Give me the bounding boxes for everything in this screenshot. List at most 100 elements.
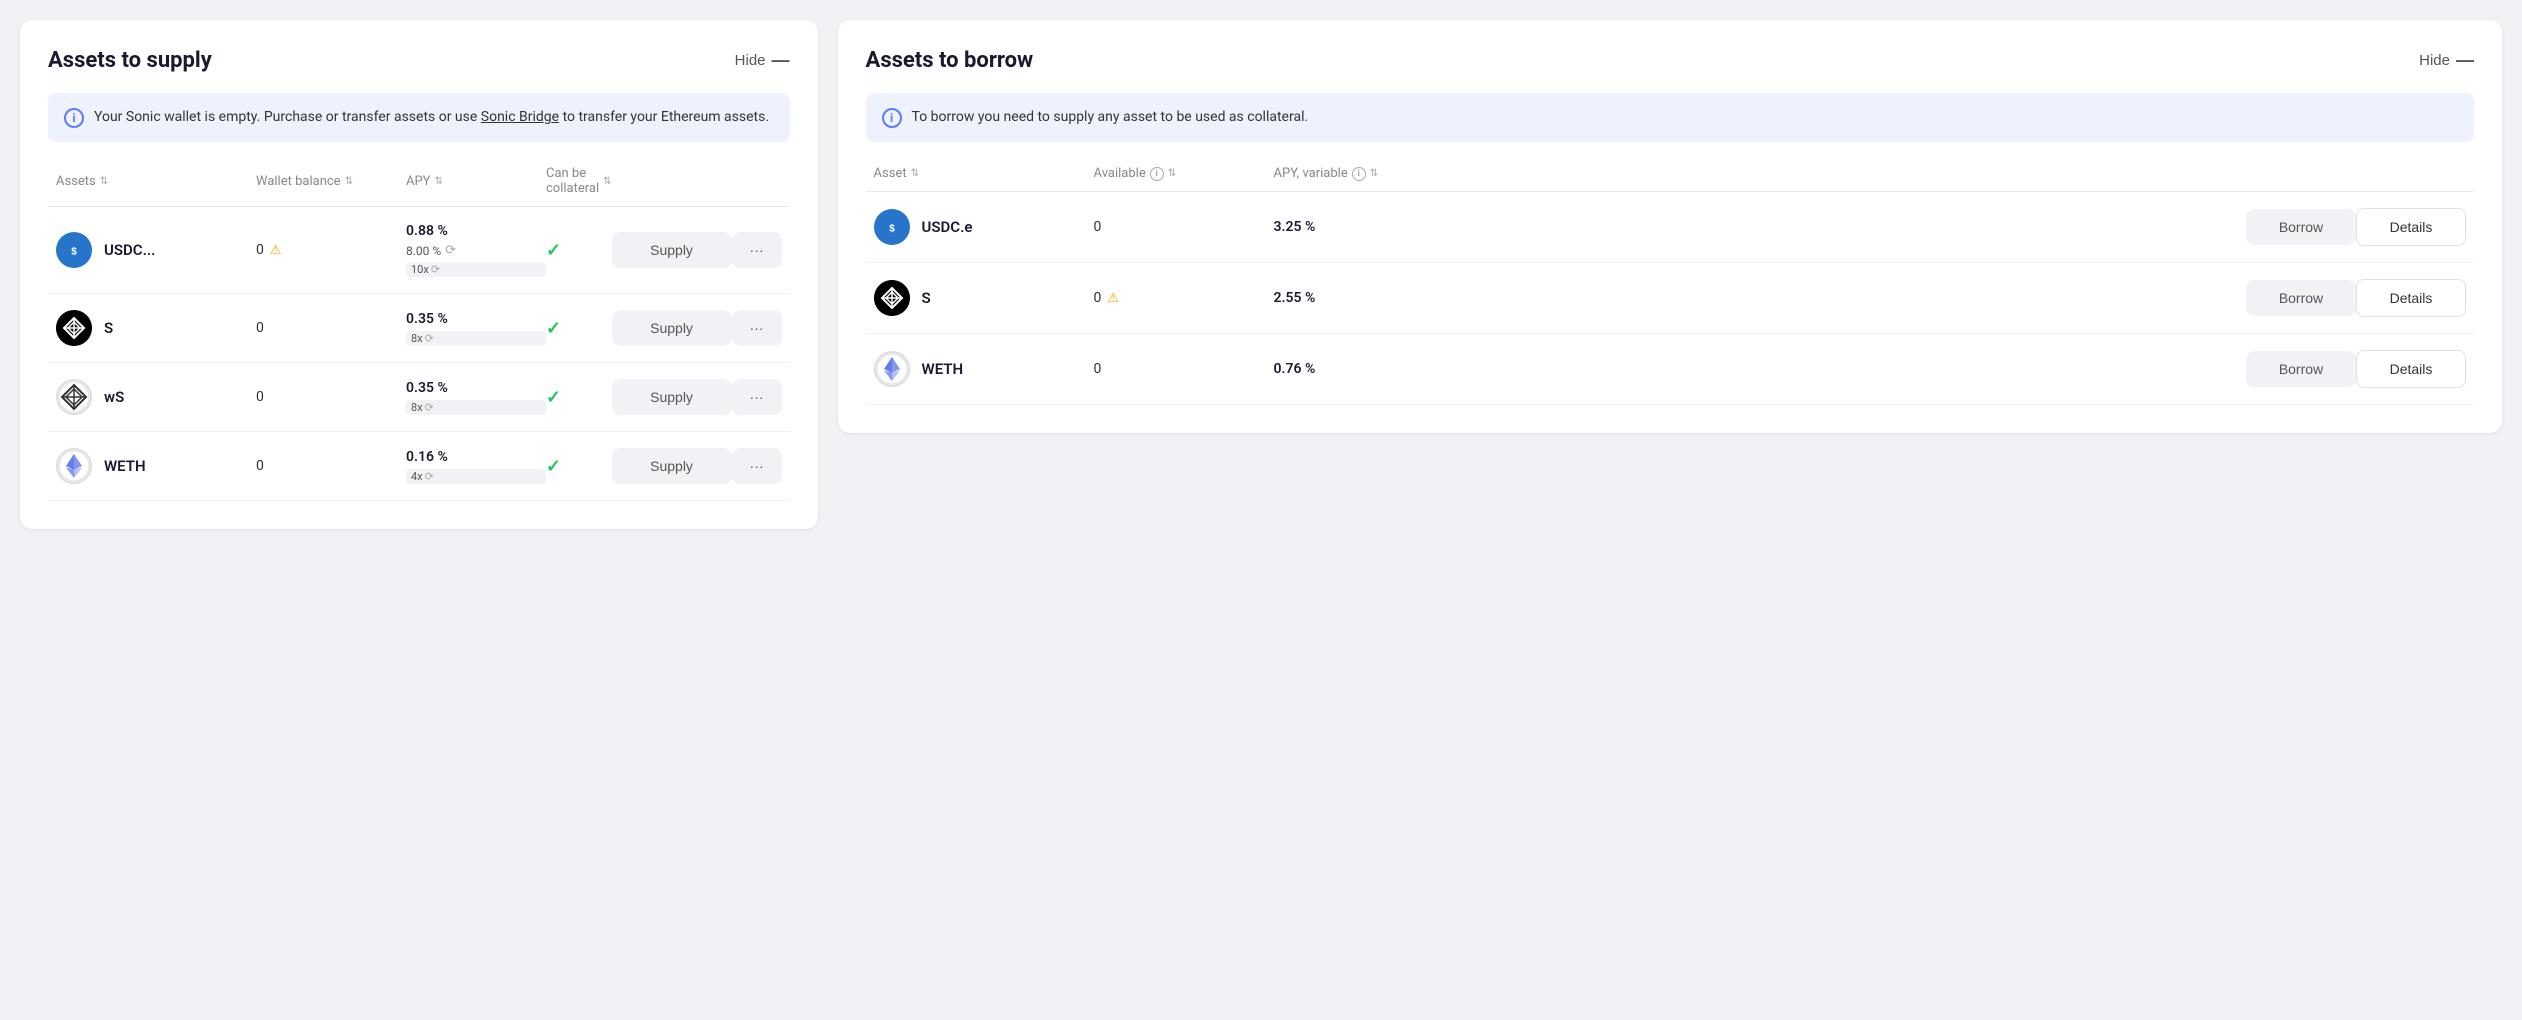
asset-cell: wS (56, 379, 256, 415)
more-button[interactable]: ··· (732, 379, 782, 415)
balance-cell: 0 ⚠ (256, 242, 406, 258)
collateral-cell: ✓ (546, 240, 612, 261)
apy-badge: 8x ⟳ (406, 331, 546, 346)
svg-text:$: $ (889, 224, 895, 235)
sort-icon: ⇅ (911, 168, 919, 179)
borrow-hide-button[interactable]: Hide — (2419, 50, 2474, 71)
sort-icon: ⇅ (1168, 168, 1176, 179)
sort-icon: ⇅ (100, 176, 108, 187)
info-icon: i (882, 108, 902, 128)
supply-button[interactable]: Supply (612, 232, 732, 268)
apy-cell: 0.76 % (1274, 361, 2246, 377)
table-row: wS 0 0.35 % 8x ⟳ ✓ Supply ··· (48, 363, 790, 432)
boost-icon: ⟳ (425, 401, 434, 414)
info-icon: i (1352, 167, 1366, 181)
apy-cell: 2.55 % (1274, 290, 2246, 306)
table-row: WETH 0 0.76 % Borrow Details (866, 334, 2474, 405)
check-icon: ✓ (546, 318, 561, 339)
supply-button[interactable]: Supply (612, 310, 732, 346)
table-row: WETH 0 0.16 % 4x ⟳ ✓ Supply ··· (48, 432, 790, 501)
available-cell: 0 (1094, 361, 1274, 377)
asset-name: wS (104, 388, 124, 406)
supply-info-banner: i Your Sonic wallet is empty. Purchase o… (48, 93, 790, 142)
asset-name: WETH (104, 457, 146, 475)
supply-button[interactable]: Supply (612, 379, 732, 415)
collateral-cell: ✓ (546, 387, 612, 408)
more-button[interactable]: ··· (732, 310, 782, 346)
borrow-button[interactable]: Borrow (2246, 209, 2356, 245)
col-apy-variable: APY, variable i ⇅ (1274, 166, 2246, 181)
col-asset: Asset ⇅ (874, 166, 1094, 181)
boost-icon: ⟳ (445, 243, 456, 258)
warning-icon: ⚠ (1107, 291, 1119, 306)
asset-cell: WETH (874, 351, 1094, 387)
asset-cell: WETH (56, 448, 256, 484)
usdc-logo: $ (56, 232, 92, 268)
borrow-table-header: Asset ⇅ Available i ⇅ APY, variable i ⇅ (866, 166, 2474, 192)
apy-cell: 0.88 % 8.00 % ⟳ 10x ⟳ (406, 223, 546, 277)
col-wallet-balance: Wallet balance ⇅ (256, 166, 406, 196)
sort-icon: ⇅ (345, 176, 353, 187)
asset-name: S (922, 289, 931, 307)
sort-icon: ⇅ (435, 176, 443, 187)
asset-cell: $ USDC... (56, 232, 256, 268)
check-icon: ✓ (546, 456, 561, 477)
borrow-panel: Assets to borrow Hide — i To borrow you … (838, 20, 2502, 433)
supply-hide-button[interactable]: Hide — (735, 50, 790, 71)
col-assets: Assets ⇅ (56, 166, 256, 196)
table-row: S 0 ⚠ 2.55 % Borrow Details (866, 263, 2474, 334)
table-row: S 0 0.35 % 8x ⟳ ✓ Supply ··· (48, 294, 790, 363)
details-button[interactable]: Details (2356, 279, 2466, 317)
borrow-info-banner: i To borrow you need to supply any asset… (866, 93, 2474, 142)
svg-text:$: $ (71, 247, 77, 258)
apy-badge: 4x ⟳ (406, 469, 546, 484)
supply-table-header: Assets ⇅ Wallet balance ⇅ APY ⇅ Can be c… (48, 166, 790, 207)
apy-cell: 0.16 % 4x ⟳ (406, 449, 546, 484)
col-collateral: Can be collateral ⇅ (546, 166, 612, 196)
borrow-button[interactable]: Borrow (2246, 351, 2356, 387)
balance-cell: 0 (256, 458, 406, 474)
asset-cell: $ USDC.e (874, 209, 1094, 245)
check-icon: ✓ (546, 240, 561, 261)
apy-cell: 3.25 % (1274, 219, 2246, 235)
info-icon: i (64, 108, 84, 128)
boost-icon: ⟳ (425, 470, 434, 483)
apy-sub: 8.00 % ⟳ (406, 243, 546, 258)
check-icon: ✓ (546, 387, 561, 408)
s-logo (874, 280, 910, 316)
weth-logo (874, 351, 910, 387)
more-button[interactable]: ··· (732, 448, 782, 484)
collateral-cell: ✓ (546, 456, 612, 477)
borrow-panel-header: Assets to borrow Hide — (866, 48, 2474, 73)
asset-cell: S (56, 310, 256, 346)
details-button[interactable]: Details (2356, 350, 2466, 388)
apy-cell: 0.35 % 8x ⟳ (406, 311, 546, 346)
borrow-button[interactable]: Borrow (2246, 280, 2356, 316)
sort-icon: ⇅ (1370, 168, 1378, 179)
asset-name: S (104, 319, 113, 337)
apy-cell: 0.35 % 8x ⟳ (406, 380, 546, 415)
asset-name: USDC... (104, 241, 155, 259)
supply-panel: Assets to supply Hide — i Your Sonic wal… (20, 20, 818, 529)
boost-icon: ⟳ (425, 332, 434, 345)
hide-dash-icon: — (772, 50, 790, 71)
apy-badge: 8x ⟳ (406, 400, 546, 415)
more-button[interactable]: ··· (732, 232, 782, 268)
sonic-bridge-link[interactable]: Sonic Bridge (481, 109, 559, 125)
asset-cell: S (874, 280, 1094, 316)
col-apy: APY ⇅ (406, 166, 546, 196)
info-icon: i (1150, 167, 1164, 181)
supply-button[interactable]: Supply (612, 448, 732, 484)
balance-cell: 0 (256, 389, 406, 405)
usdc-logo: $ (874, 209, 910, 245)
warning-icon: ⚠ (270, 243, 282, 258)
boost-icon: ⟳ (431, 263, 440, 276)
details-button[interactable]: Details (2356, 208, 2466, 246)
s-logo (56, 310, 92, 346)
weth-logo (56, 448, 92, 484)
ws-logo (56, 379, 92, 415)
supply-panel-title: Assets to supply (48, 48, 212, 73)
supply-panel-header: Assets to supply Hide — (48, 48, 790, 73)
collateral-cell: ✓ (546, 318, 612, 339)
hide-dash-icon: — (2456, 50, 2474, 71)
